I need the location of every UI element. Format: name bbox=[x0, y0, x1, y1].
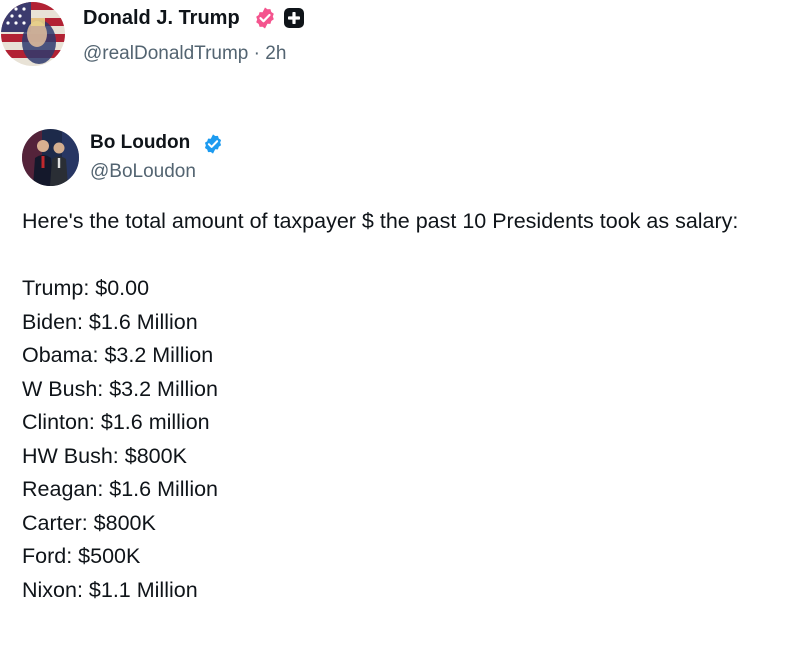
list-item: W Bush: $3.2 Million bbox=[22, 376, 218, 401]
tweet-text: Here's the total amount of taxpayer $ th… bbox=[22, 205, 772, 607]
post-timestamp[interactable]: 2h bbox=[265, 43, 286, 64]
quoted-author-avatar[interactable] bbox=[22, 129, 79, 186]
plus-badge-icon[interactable] bbox=[283, 7, 305, 29]
author-avatar[interactable] bbox=[1, 2, 65, 66]
tweet-intro: Here's the total amount of taxpayer $ th… bbox=[22, 209, 739, 233]
list-item: Reagan: $1.6 Million bbox=[22, 477, 219, 501]
list-item: Trump: $0.00 bbox=[22, 276, 150, 300]
two-people-portrait-avatar-icon bbox=[22, 129, 79, 186]
author-name[interactable]: Donald J. Trump bbox=[83, 5, 240, 31]
author-handle-line: @realDonaldTrump · 2h bbox=[83, 42, 286, 66]
quoted-author-name[interactable]: Bo Loudon bbox=[90, 131, 190, 155]
flag-portrait-avatar-icon bbox=[1, 2, 65, 66]
salary-list: Trump: $0.00 Biden: $1.6 Million Obama: … bbox=[22, 272, 772, 607]
verified-badge-icon[interactable] bbox=[202, 133, 224, 155]
post-header: Donald J. Trump @realDonaldTrump · 2h bbox=[0, 0, 786, 80]
list-item: HW Bush: $800K bbox=[22, 443, 187, 468]
list-item: Ford: $500K bbox=[22, 544, 141, 568]
list-item: Biden: $1.6 Million bbox=[22, 309, 198, 334]
verified-badge-icon[interactable] bbox=[253, 6, 277, 30]
author-handle[interactable]: @realDonaldTrump bbox=[83, 43, 248, 64]
list-item: Obama: $3.2 Million bbox=[22, 343, 214, 367]
handle-separator: · bbox=[253, 43, 260, 64]
quoted-author-handle[interactable]: @BoLoudon bbox=[90, 160, 196, 184]
list-item: Clinton: $1.6 million bbox=[22, 410, 210, 434]
list-item: Nixon: $1.1 Million bbox=[22, 577, 198, 602]
list-item: Carter: $800K bbox=[22, 510, 156, 535]
